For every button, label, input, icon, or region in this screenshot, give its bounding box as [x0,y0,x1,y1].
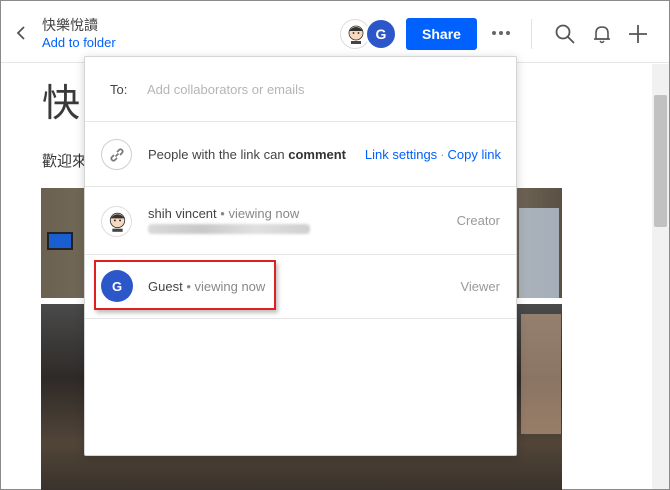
guest-avatar-header[interactable]: G [365,18,397,50]
share-popup: To: People with the link can comment Lin… [84,56,517,456]
more-options-icon[interactable] [490,23,512,43]
document-text: 歡迎來 [42,153,88,170]
toolbar-divider [531,19,532,49]
member-avatar [101,206,132,237]
document-title: 快樂悅讀 [42,17,98,33]
guest-avatar: G [101,270,133,302]
photo-detail [519,208,559,298]
member-name-line: shih vincent • viewing now [148,206,299,221]
member-email-blurred [148,224,310,234]
search-icon[interactable] [554,23,576,45]
link-permission-text: People with the link can comment [148,147,346,162]
plus-icon[interactable] [627,23,649,45]
member-row-guest: G Guest • viewing now Viewer [85,255,516,319]
add-to-folder-link[interactable]: Add to folder [42,35,116,50]
scrollbar-thumb[interactable] [654,95,667,227]
to-label: To: [110,82,128,97]
guest-name: Guest [148,279,183,294]
copy-link-link[interactable]: Copy link [448,147,501,162]
link-settings-link[interactable]: Link settings [365,147,437,162]
top-bar: 快樂悅讀 Add to folder G Share [1,1,669,63]
link-permission-level: comment [288,147,347,162]
member-row-creator: shih vincent • viewing now Creator [85,187,516,255]
link-permission-row: People with the link can comment Link se… [85,122,516,187]
member-name: shih vincent [148,206,217,221]
member-status: • viewing now [220,206,300,221]
bell-icon[interactable] [591,23,613,45]
guest-role: Viewer [460,279,500,294]
link-icon-circle [101,139,132,170]
monitor-shape [47,232,73,250]
link-separator: · [440,147,445,162]
link-icon [109,147,124,162]
guest-status: • viewing now [186,279,266,294]
link-actions: Link settings · Copy link [365,147,501,162]
document-heading: 快 [42,81,81,125]
photo-detail-2 [521,314,561,434]
member-role: Creator [456,213,500,228]
back-chevron-icon[interactable] [13,23,31,43]
collaborators-input[interactable] [147,77,497,101]
share-button[interactable]: Share [406,18,477,50]
cartoon-face-icon [109,212,126,232]
link-text-prefix: People with the link can [148,147,285,162]
invite-row: To: [85,57,516,122]
guest-name-line: Guest • viewing now [148,279,265,294]
